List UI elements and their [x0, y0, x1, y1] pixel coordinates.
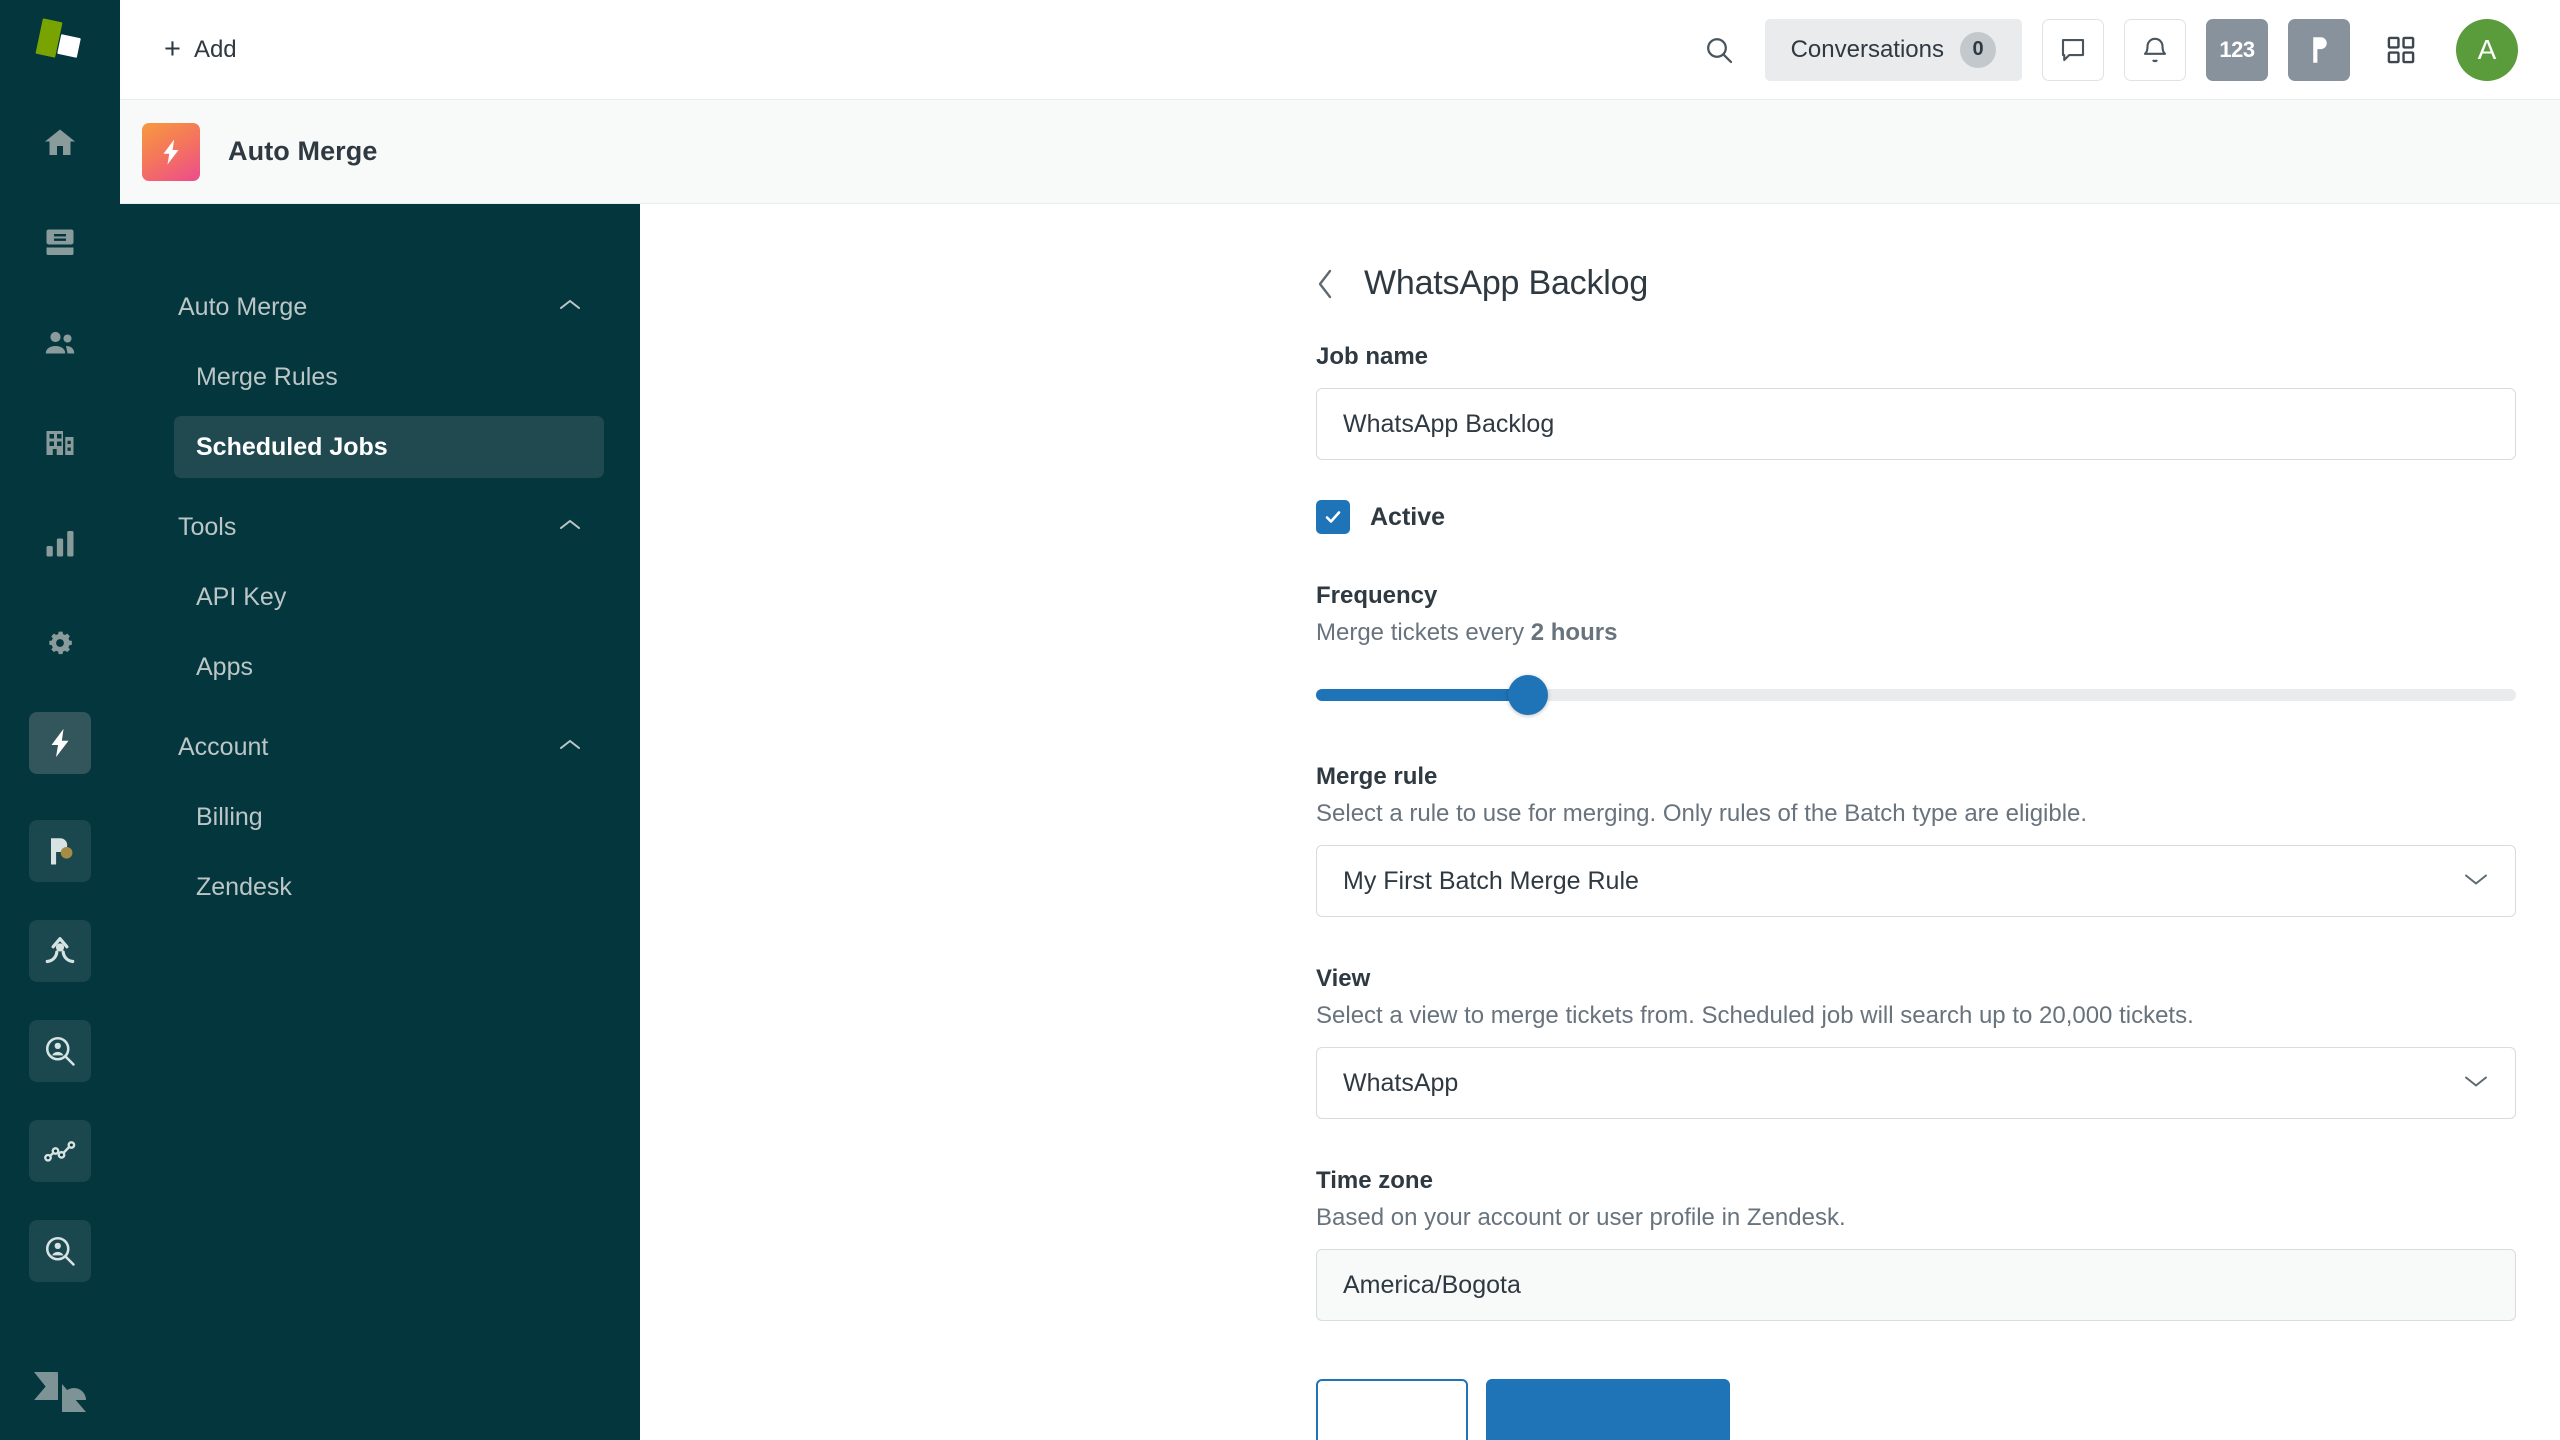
merge-rule-description: Select a rule to use for merging. Only r… — [1316, 800, 2088, 827]
main-column: + Add Conversations 0 123 A Auto Merge A… — [120, 0, 2560, 1440]
sidebar-item-merge-rules[interactable]: Merge Rules — [174, 346, 604, 408]
chevron-up-icon — [558, 518, 582, 537]
frequency-desc-prefix: Merge tickets every — [1316, 619, 1531, 646]
conversations-button[interactable]: Conversations 0 — [1764, 18, 2022, 81]
sidebar-item-zendesk[interactable]: Zendesk — [174, 856, 604, 918]
sidebar-item-label: Merge Rules — [196, 362, 338, 391]
active-label: Active — [1370, 502, 1446, 531]
nav-group-label: Tools — [178, 512, 237, 541]
chevron-down-icon — [2463, 871, 2489, 892]
avatar[interactable]: A — [2456, 18, 2518, 81]
cancel-button[interactable] — [1316, 1379, 1468, 1440]
lightning-bolt-icon — [142, 122, 200, 181]
sidebar-item-api-key[interactable]: API Key — [174, 566, 604, 628]
user-search-app-icon[interactable] — [29, 1220, 91, 1282]
frequency-description: Merge tickets every 2 hours — [1316, 619, 2560, 647]
merge-rule-label: Merge rule — [1316, 763, 1438, 790]
nav-group-label: Account — [178, 732, 269, 761]
nav-group-label: Auto Merge — [178, 292, 308, 321]
views-icon[interactable] — [29, 212, 91, 274]
view-description: Select a view to merge tickets from. Sch… — [1316, 1002, 2194, 1029]
merge-rule-value: My First Batch Merge Rule — [1343, 866, 1639, 895]
add-button-label: Add — [193, 35, 237, 63]
view-select[interactable]: WhatsApp — [1316, 1047, 2516, 1119]
customers-icon[interactable] — [29, 312, 91, 374]
merge-app-icon[interactable] — [29, 920, 91, 982]
page-title: WhatsApp Backlog — [1364, 264, 1649, 302]
frequency-slider[interactable] — [1316, 675, 2516, 715]
p-app-button[interactable] — [2288, 18, 2350, 81]
sidebar-item-label: API Key — [196, 582, 287, 611]
slider-fill — [1316, 689, 1529, 701]
sidebar-item-apps[interactable]: Apps — [174, 636, 604, 698]
sidebar-item-label: Apps — [196, 652, 253, 681]
job-name-input[interactable]: WhatsApp Backlog — [1316, 388, 2516, 460]
search-icon[interactable] — [1687, 18, 1751, 82]
content-area: WhatsApp Backlog Job name WhatsApp Backl… — [640, 204, 2560, 1440]
conversations-label: Conversations — [1790, 35, 1944, 63]
avatar-initial: A — [2477, 33, 2497, 65]
sidebar-item-label: Billing — [196, 802, 263, 831]
nav-group-account[interactable]: Account — [156, 716, 604, 778]
apps-grid-icon[interactable] — [2370, 19, 2432, 81]
timezone-field-group: Time zone Based on your account or user … — [1316, 1167, 2560, 1321]
conversations-count-badge: 0 — [1960, 31, 1996, 68]
page-header: WhatsApp Backlog — [1316, 264, 2560, 303]
merge-rule-select[interactable]: My First Batch Merge Rule — [1316, 845, 2516, 917]
merge-rule-field-group: Merge rule Select a rule to use for merg… — [1316, 763, 2560, 917]
reporting-icon[interactable] — [29, 512, 91, 574]
zendesk-logo[interactable] — [0, 10, 120, 72]
analytics-app-icon[interactable] — [29, 1120, 91, 1182]
chat-bubble-icon[interactable] — [2042, 18, 2104, 81]
proactive-campaigns-app-icon[interactable] — [29, 820, 91, 882]
view-field-group: View Select a view to merge tickets from… — [1316, 965, 2560, 1119]
plus-icon: + — [164, 33, 181, 65]
timezone-value: America/Bogota — [1343, 1270, 1521, 1299]
form-actions — [1316, 1379, 2560, 1440]
frequency-field-group: Frequency Merge tickets every 2 hours — [1316, 582, 2560, 715]
job-name-value: WhatsApp Backlog — [1343, 409, 1555, 438]
home-icon[interactable] — [29, 112, 91, 174]
topbar-actions: Conversations 0 123 A — [1687, 18, 2518, 82]
chevron-up-icon — [558, 298, 582, 317]
chevron-up-icon — [558, 738, 582, 757]
nav-group-auto-merge[interactable]: Auto Merge — [156, 276, 604, 338]
chevron-left-icon[interactable] — [1316, 267, 1338, 301]
sidebar-item-label: Scheduled Jobs — [196, 432, 388, 461]
timezone-description: Based on your account or user profile in… — [1316, 1204, 1846, 1231]
body: Auto Merge Merge Rules Scheduled Jobs To… — [120, 204, 2560, 1440]
job-name-field-group: Job name WhatsApp Backlog — [1316, 343, 2560, 460]
zendesk-mark-icon[interactable] — [0, 1366, 120, 1418]
save-button[interactable] — [1486, 1379, 1730, 1440]
frequency-value: 2 hours — [1530, 619, 1618, 646]
nav-group-tools[interactable]: Tools — [156, 496, 604, 558]
auto-merge-app-icon[interactable] — [29, 712, 91, 774]
app-sidebar: Auto Merge Merge Rules Scheduled Jobs To… — [120, 204, 640, 1440]
top-bar: + Add Conversations 0 123 A — [120, 0, 2560, 100]
app-title: Auto Merge — [228, 136, 378, 166]
user-lookup-app-icon[interactable] — [29, 1020, 91, 1082]
slider-thumb[interactable] — [1508, 675, 1549, 715]
view-label: View — [1316, 965, 1371, 992]
add-button[interactable]: + Add — [154, 29, 247, 70]
numbers-app-label: 123 — [2219, 36, 2255, 62]
chevron-down-icon — [2463, 1073, 2489, 1094]
app-root: + Add Conversations 0 123 A Auto Merge A… — [0, 0, 2560, 1440]
timezone-input: America/Bogota — [1316, 1249, 2516, 1321]
product-rail — [0, 0, 120, 1440]
frequency-label: Frequency — [1316, 582, 1438, 609]
job-name-label: Job name — [1316, 343, 1429, 370]
admin-gear-icon[interactable] — [29, 612, 91, 674]
active-checkbox-row[interactable]: Active — [1316, 500, 2560, 534]
sidebar-item-label: Zendesk — [196, 872, 292, 901]
notification-bell-icon[interactable] — [2124, 18, 2186, 81]
app-header: Auto Merge — [120, 100, 2560, 204]
numbers-app-button[interactable]: 123 — [2206, 18, 2268, 81]
view-value: WhatsApp — [1343, 1068, 1459, 1097]
timezone-label: Time zone — [1316, 1167, 1433, 1194]
sidebar-item-scheduled-jobs[interactable]: Scheduled Jobs — [174, 416, 604, 478]
active-checkbox[interactable] — [1316, 500, 1350, 534]
organizations-icon[interactable] — [29, 412, 91, 474]
sidebar-item-billing[interactable]: Billing — [174, 786, 604, 848]
